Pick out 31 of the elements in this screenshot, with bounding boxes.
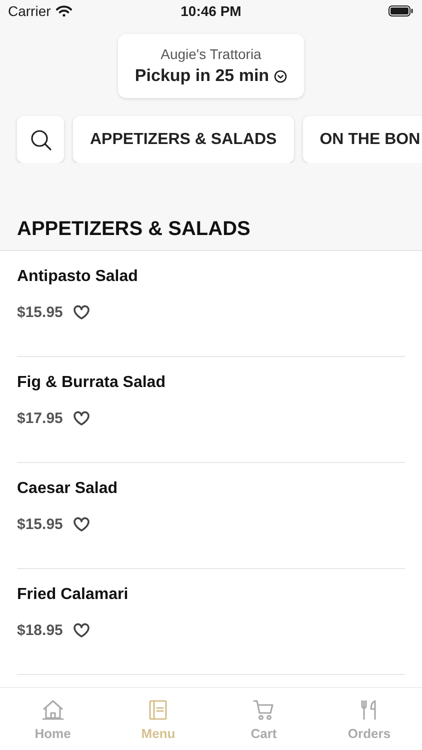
item-price: $18.95 (17, 622, 63, 639)
tab-bar-item[interactable]: Home (0, 688, 106, 750)
heart-icon[interactable] (72, 517, 90, 532)
item-name: Caesar Salad (17, 480, 119, 498)
item-name: Fried Calamari (17, 586, 130, 604)
item-name: Antipasto Salad (17, 268, 139, 286)
category-tab[interactable]: ON THE BON (302, 116, 422, 163)
cart-icon (252, 698, 276, 722)
search-icon (30, 128, 52, 150)
heart-icon[interactable] (72, 411, 90, 426)
tab-bar-item[interactable]: Cart (211, 688, 316, 750)
tab-bar-item[interactable]: Menu (106, 688, 211, 750)
pickup-time: Pickup in 25 min (134, 66, 270, 86)
heart-icon[interactable] (72, 623, 90, 638)
carrier-label: Carrier (8, 3, 51, 19)
item-price: $15.95 (17, 304, 63, 321)
restaurant-name: Augie's Trattoria (160, 46, 262, 62)
category-tab[interactable]: APPETIZERS & SALADS (73, 116, 294, 163)
battery-icon (388, 5, 414, 17)
search-button[interactable] (17, 116, 64, 163)
location-card[interactable]: Augie's Trattoria Pickup in 25 min (118, 34, 304, 98)
heart-icon[interactable] (72, 305, 90, 320)
wifi-icon (56, 5, 72, 17)
section-title: APPETIZERS & SALADS (16, 217, 252, 242)
item-price: $17.95 (17, 410, 63, 427)
chevron-down-icon (274, 70, 288, 82)
status-time: 10:46 PM (180, 3, 242, 19)
tab-bar-item[interactable]: Orders (316, 688, 422, 750)
item-name: Fig & Burrata Salad (17, 374, 166, 392)
item-price: $15.95 (17, 516, 63, 533)
home-icon (40, 698, 65, 722)
